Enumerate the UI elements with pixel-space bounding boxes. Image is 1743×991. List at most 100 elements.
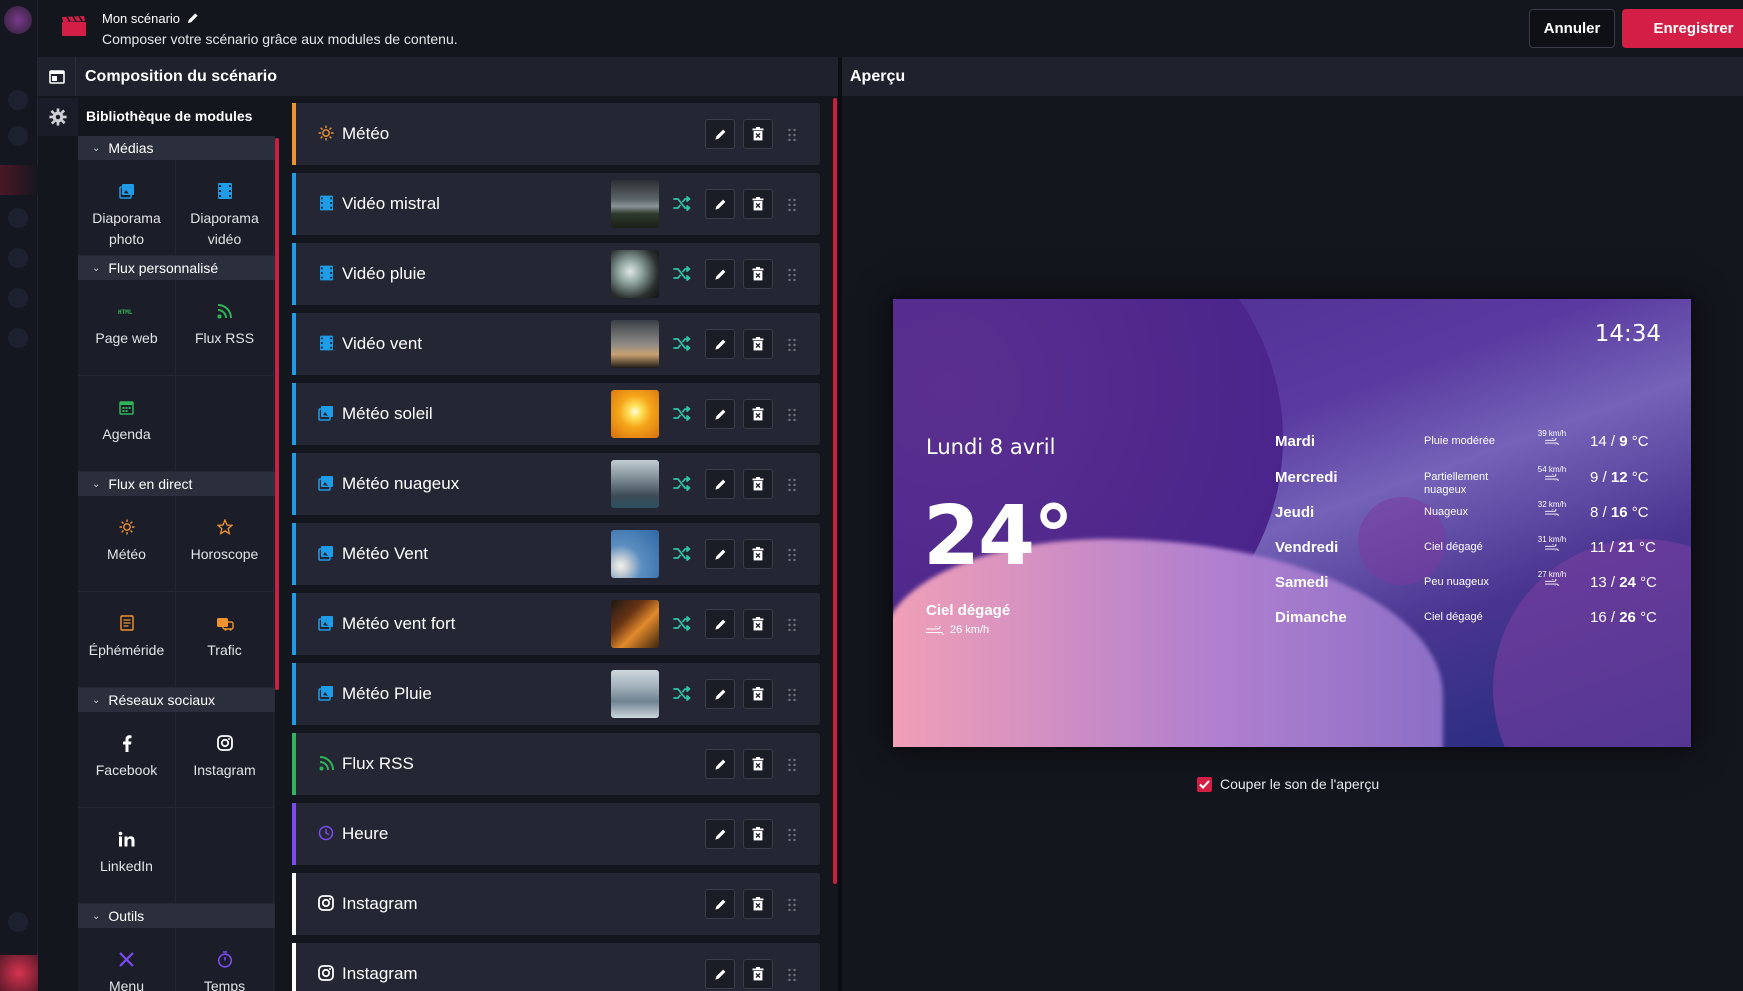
rail-active-item[interactable]	[0, 165, 38, 195]
edit-button[interactable]	[705, 469, 735, 499]
module-menu[interactable]: Menu	[78, 928, 176, 991]
delete-button[interactable]	[743, 329, 773, 359]
rail-item[interactable]	[8, 288, 28, 308]
scenario-item[interactable]: Météo Vent	[292, 523, 820, 585]
drag-handle-icon[interactable]	[787, 758, 797, 772]
module-weather[interactable]: Météo	[78, 496, 176, 592]
edit-button[interactable]	[705, 399, 735, 429]
shuffle-icon[interactable]	[672, 685, 692, 703]
delete-button[interactable]	[743, 749, 773, 779]
edit-button[interactable]	[705, 119, 735, 149]
shuffle-icon[interactable]	[672, 405, 692, 423]
category-live-feed[interactable]: ⌄ Flux en direct	[78, 472, 275, 496]
cancel-button[interactable]: Annuler	[1529, 9, 1615, 48]
scenario-item[interactable]: Vidéo vent	[292, 313, 820, 375]
edit-button[interactable]	[705, 959, 735, 989]
module-linkedin[interactable]: LinkedIn	[78, 808, 176, 904]
delete-button[interactable]	[743, 189, 773, 219]
drag-handle-icon[interactable]	[787, 268, 797, 282]
module-photo-slideshow[interactable]: Diaporama photo	[78, 160, 176, 256]
module-rss-feed[interactable]: Flux RSS	[176, 280, 274, 376]
shuffle-icon[interactable]	[672, 195, 692, 213]
scenario-item[interactable]: Heure	[292, 803, 820, 865]
edit-button[interactable]	[705, 329, 735, 359]
rail-item[interactable]	[8, 126, 28, 146]
rail-item[interactable]	[8, 248, 28, 268]
library-scrollbar[interactable]	[275, 138, 279, 690]
module-ephemeris[interactable]: Éphéméride	[78, 592, 176, 688]
pencil-icon[interactable]	[186, 12, 199, 25]
module-facebook[interactable]: Facebook	[78, 712, 176, 808]
rail-user-item[interactable]	[0, 955, 38, 991]
scenario-item[interactable]: Météo Pluie	[292, 663, 820, 725]
drag-handle-icon[interactable]	[787, 408, 797, 422]
delete-button[interactable]	[743, 889, 773, 919]
category-social[interactable]: ⌄ Réseaux sociaux	[78, 688, 275, 712]
module-traffic[interactable]: Trafic	[176, 592, 274, 688]
rail-item[interactable]	[8, 208, 28, 228]
module-instagram[interactable]: Instagram	[176, 712, 274, 808]
drag-handle-icon[interactable]	[787, 198, 797, 212]
scenario-item[interactable]: Météo vent fort	[292, 593, 820, 655]
edit-button[interactable]	[705, 889, 735, 919]
drag-handle-icon[interactable]	[787, 968, 797, 982]
drag-handle-icon[interactable]	[787, 338, 797, 352]
rail-item[interactable]	[8, 912, 28, 932]
shuffle-icon[interactable]	[672, 265, 692, 283]
rail-item[interactable]	[8, 328, 28, 348]
delete-button[interactable]	[743, 399, 773, 429]
module-horoscope[interactable]: Horoscope	[176, 496, 274, 592]
scenario-item[interactable]: Flux RSS	[292, 733, 820, 795]
edit-button[interactable]	[705, 259, 735, 289]
scenario-item[interactable]: Météo	[292, 103, 820, 165]
scenario-item[interactable]: Vidéo mistral	[292, 173, 820, 235]
shuffle-icon[interactable]	[672, 545, 692, 563]
delete-button[interactable]	[743, 679, 773, 709]
scenario-list-scrollbar[interactable]	[833, 98, 837, 884]
module-timer[interactable]: Temps	[176, 928, 274, 991]
category-custom-feed[interactable]: ⌄ Flux personnalisé	[78, 256, 275, 280]
shuffle-icon[interactable]	[672, 335, 692, 353]
module-video-slideshow[interactable]: Diaporama vidéo	[176, 160, 274, 256]
delete-button[interactable]	[743, 259, 773, 289]
shuffle-icon[interactable]	[672, 475, 692, 493]
save-button[interactable]: Enregistrer	[1622, 9, 1743, 48]
scenario-item[interactable]: Vidéo pluie	[292, 243, 820, 305]
category-tools[interactable]: ⌄ Outils	[78, 904, 275, 928]
checkbox-checked-icon[interactable]	[1197, 776, 1212, 792]
app-logo[interactable]	[4, 6, 32, 34]
scenario-item[interactable]: Instagram	[292, 943, 820, 991]
module-agenda[interactable]: Agenda	[78, 376, 176, 472]
layout-icon[interactable]	[38, 57, 76, 96]
drag-handle-icon[interactable]	[787, 898, 797, 912]
edit-button[interactable]	[705, 609, 735, 639]
scenario-item[interactable]: Instagram	[292, 873, 820, 935]
gear-icon[interactable]	[38, 98, 78, 136]
drag-handle-icon[interactable]	[787, 688, 797, 702]
scenario-item[interactable]: Météo nuageux	[292, 453, 820, 515]
scenario-item[interactable]: Météo soleil	[292, 383, 820, 445]
rail-item[interactable]	[8, 90, 28, 110]
drag-handle-icon[interactable]	[787, 478, 797, 492]
edit-button[interactable]	[705, 819, 735, 849]
edit-button[interactable]	[705, 189, 735, 219]
delete-button[interactable]	[743, 609, 773, 639]
category-medias[interactable]: ⌄ Médias	[78, 136, 275, 160]
drag-handle-icon[interactable]	[787, 828, 797, 842]
edit-button[interactable]	[705, 679, 735, 709]
delete-button[interactable]	[743, 119, 773, 149]
shuffle-icon[interactable]	[672, 615, 692, 633]
delete-button[interactable]	[743, 469, 773, 499]
drag-handle-icon[interactable]	[787, 548, 797, 562]
drag-handle-icon[interactable]	[787, 618, 797, 632]
delete-button[interactable]	[743, 819, 773, 849]
module-web-page[interactable]: HTML Page web	[78, 280, 176, 376]
delete-button[interactable]	[743, 959, 773, 989]
panel-divider[interactable]	[838, 57, 842, 991]
delete-button[interactable]	[743, 539, 773, 569]
scenario-title[interactable]: Mon scénario	[102, 11, 199, 26]
mute-preview-toggle[interactable]: Couper le son de l'aperçu	[1197, 776, 1379, 792]
edit-button[interactable]	[705, 749, 735, 779]
drag-handle-icon[interactable]	[787, 128, 797, 142]
edit-button[interactable]	[705, 539, 735, 569]
